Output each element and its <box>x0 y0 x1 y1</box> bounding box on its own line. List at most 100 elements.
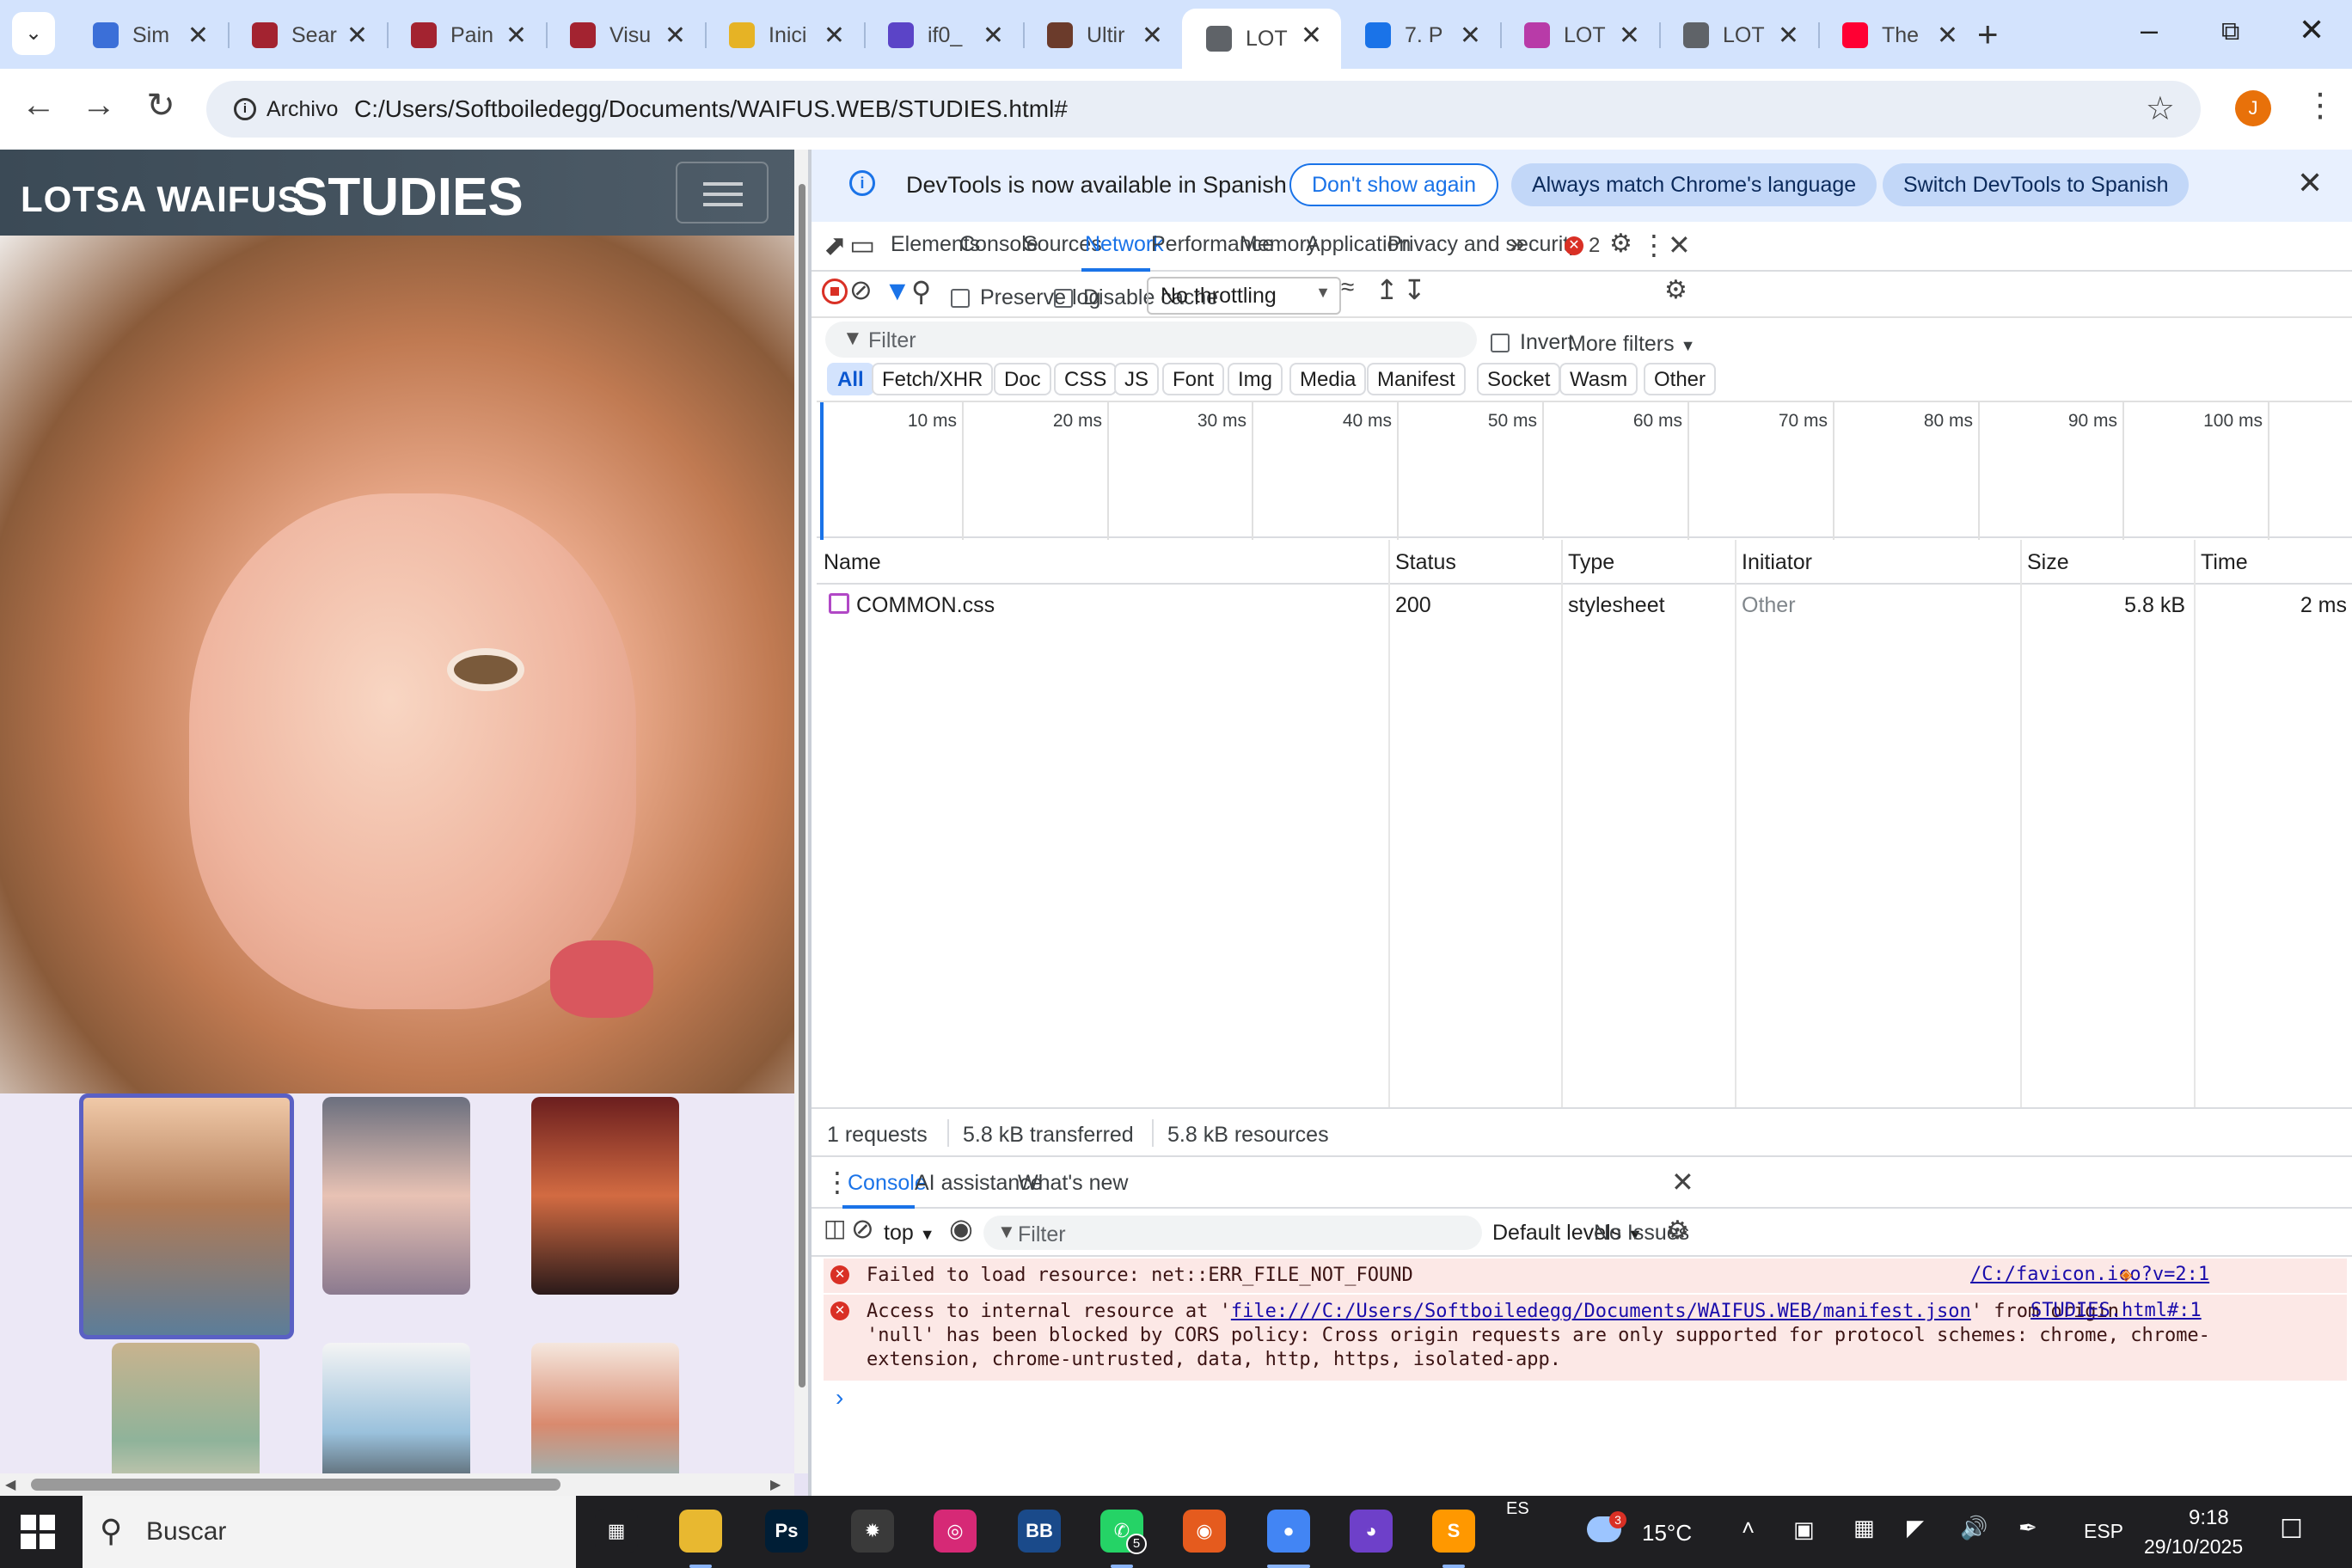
tab-search-button[interactable]: ⌄ <box>12 12 55 55</box>
type-filter-other[interactable]: Other <box>1644 363 1717 395</box>
gallery-thumbnail[interactable] <box>322 1097 470 1295</box>
column-divider[interactable] <box>2020 540 2022 1107</box>
file-explorer-icon[interactable] <box>679 1510 722 1553</box>
scroll-right-arrow-icon[interactable]: ▶ <box>770 1476 781 1493</box>
type-filter-img[interactable]: Img <box>1228 363 1283 395</box>
input-language[interactable]: ESP <box>2084 1520 2123 1543</box>
show-hidden-icons-chevron-icon[interactable]: ˄ <box>1742 1515 1755 1541</box>
new-tab-button[interactable]: + <box>1977 14 1999 55</box>
wifi-icon[interactable]: ◤ <box>1907 1515 1924 1541</box>
close-tab-icon[interactable]: ✕ <box>824 21 845 51</box>
browser-tab[interactable]: Visu ✕ <box>546 9 705 62</box>
type-filter-socket[interactable]: Socket <box>1477 363 1561 395</box>
page-horizontal-scroll-thumb[interactable] <box>31 1479 560 1491</box>
pen-icon[interactable]: ✒ <box>2018 1515 2037 1541</box>
browser-tab[interactable]: The ✕ <box>1818 9 1977 62</box>
volume-icon[interactable]: 🔊 <box>1960 1515 1988 1541</box>
page-vertical-scroll-thumb[interactable] <box>799 184 805 1387</box>
close-tab-icon[interactable]: ✕ <box>665 21 686 51</box>
sublime-icon[interactable]: S <box>1432 1510 1475 1553</box>
clock-date[interactable]: 29/10/2025 <box>2144 1535 2243 1559</box>
column-divider[interactable] <box>1388 540 1390 1107</box>
context-selector[interactable]: top ▼ <box>884 1221 935 1246</box>
close-window-button[interactable]: ✕ <box>2299 12 2324 48</box>
manifest-url-link[interactable]: file:///C:/Users/Softboiledegg/Documents… <box>1231 1301 1971 1322</box>
close-tab-icon[interactable]: ✕ <box>505 21 527 51</box>
inspect-element-icon[interactable]: ⬈ <box>824 229 847 261</box>
type-filter-all[interactable]: All <box>827 363 874 395</box>
meet-now-icon[interactable]: ▦ <box>1853 1515 1875 1541</box>
url-text[interactable]: C:/Users/Softboiledegg/Documents/WAIFUS.… <box>354 95 1068 123</box>
weather-temperature[interactable]: 15°C <box>1642 1520 1692 1547</box>
chrome-menu-icon[interactable]: ⋮ <box>2304 86 2337 125</box>
clear-icon[interactable]: ⊘ <box>849 273 873 306</box>
type-filter-css[interactable]: CSS <box>1054 363 1118 395</box>
close-tab-icon[interactable]: ✕ <box>1301 21 1322 51</box>
profile-avatar[interactable]: J <box>2235 90 2271 126</box>
restore-button[interactable]: ⧉ <box>2221 17 2239 46</box>
error-counter[interactable]: ✕ 2 <box>1565 234 1600 258</box>
column-header-initiator[interactable]: Initiator <box>1742 550 1812 575</box>
console-settings-gear-icon[interactable]: ⚙ <box>1666 1216 1689 1246</box>
export-har-icon[interactable]: ↧ <box>1403 273 1426 306</box>
site-info-chip[interactable]: i Archivo <box>218 88 353 131</box>
column-divider[interactable] <box>2194 540 2196 1107</box>
browser-tab[interactable]: Sear ✕ <box>228 9 387 62</box>
clock-time[interactable]: 9:18 <box>2189 1506 2229 1530</box>
network-conditions-icon[interactable]: ≈ <box>1341 273 1354 301</box>
column-divider[interactable] <box>1561 540 1563 1107</box>
throttling-select[interactable]: No throttling ▼ <box>1147 277 1341 315</box>
always-match-language-button[interactable]: Always match Chrome's language <box>1511 163 1877 206</box>
switch-devtools-spanish-button[interactable]: Switch DevTools to Spanish <box>1883 163 2190 206</box>
column-header-time[interactable]: Time <box>2201 550 2248 575</box>
pso-bb-icon[interactable]: BB <box>1018 1510 1061 1553</box>
browser-tab[interactable]: Ultir ✕ <box>1023 9 1182 62</box>
type-filter-font[interactable]: Font <box>1162 363 1225 395</box>
reload-button[interactable]: ↻ <box>139 86 182 126</box>
github-icon[interactable]: ◕ <box>1350 1510 1393 1553</box>
close-infobar-icon[interactable]: ✕ <box>2297 165 2323 201</box>
address-bar[interactable]: i Archivo C:/Users/Softboiledegg/Documen… <box>206 81 2201 138</box>
browser-tab[interactable]: LOT ✕ <box>1182 9 1341 69</box>
browser-tab[interactable]: Inici ✕ <box>705 9 864 62</box>
devtools-menu-icon[interactable]: ⋮ <box>1640 229 1668 261</box>
type-filter-doc[interactable]: Doc <box>994 363 1051 395</box>
invert-checkbox[interactable]: Invert <box>1491 330 1574 355</box>
close-tab-icon[interactable]: ✕ <box>187 21 209 51</box>
device-toolbar-icon[interactable]: ▭ <box>849 229 875 261</box>
tab-privacy-security[interactable]: Privacy and security <box>1387 232 1580 257</box>
column-header-status[interactable]: Status <box>1395 550 1456 575</box>
bookmark-star-icon[interactable]: ☆ <box>2146 89 2175 128</box>
back-button[interactable]: ← <box>17 86 60 125</box>
task-view-icon[interactable]: ▦ <box>595 1510 638 1553</box>
browser-tab[interactable]: if0_ ✕ <box>864 9 1023 62</box>
type-filter-manifest[interactable]: Manifest <box>1367 363 1466 395</box>
close-tab-icon[interactable]: ✕ <box>983 21 1004 51</box>
dont-show-again-button[interactable]: Don't show again <box>1289 163 1499 206</box>
gallery-thumbnail[interactable] <box>531 1097 679 1295</box>
network-settings-gear-icon[interactable]: ⚙ <box>1664 275 1687 305</box>
column-header-type[interactable]: Type <box>1568 550 1614 575</box>
more-filters-dropdown[interactable]: More filters ▼ <box>1568 332 1695 357</box>
chrome-icon[interactable]: ● <box>1267 1510 1310 1553</box>
table-row[interactable]: COMMON.css 200 stylesheet Other 5.8 kB 2 ms <box>817 585 2352 624</box>
column-header-name[interactable]: Name <box>824 550 881 575</box>
type-filter-media[interactable]: Media <box>1289 363 1367 395</box>
network-request-icon[interactable]: ◈ <box>2120 1262 2132 1286</box>
filter-funnel-icon[interactable]: ▼ <box>884 275 911 307</box>
record-stop-icon[interactable] <box>822 279 848 304</box>
timeline-start-marker[interactable] <box>820 402 824 540</box>
network-filter-input[interactable]: ▼ Filter <box>825 322 1477 358</box>
column-header-size[interactable]: Size <box>2027 550 2069 575</box>
error-source-link[interactable]: STUDIES.html#:1 <box>2030 1300 2202 1321</box>
import-har-icon[interactable]: ↥ <box>1375 273 1399 306</box>
settings-gear-icon[interactable]: ⚙ <box>1609 229 1632 259</box>
taskbar-search-box[interactable]: ⚲ Buscar <box>83 1496 576 1568</box>
column-divider[interactable] <box>1735 540 1736 1107</box>
settings-gear-app-icon[interactable]: ✹ <box>851 1510 894 1553</box>
close-tab-icon[interactable]: ✕ <box>1142 21 1163 51</box>
hamburger-menu-button[interactable] <box>676 162 769 224</box>
search-icon[interactable]: ⚲ <box>911 275 931 308</box>
close-tab-icon[interactable]: ✕ <box>1460 21 1481 51</box>
console-filter-input[interactable]: ▼ Filter <box>983 1216 1482 1250</box>
